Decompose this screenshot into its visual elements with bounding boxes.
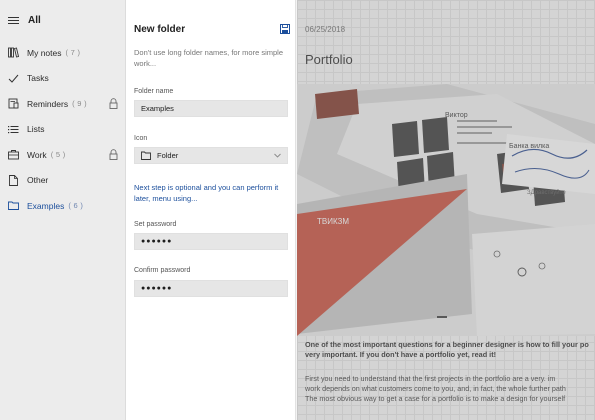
panel-hint: Don't use long folder names, for more si… xyxy=(134,48,284,68)
lock-icon xyxy=(109,149,118,160)
book-icon xyxy=(8,47,19,58)
sidebar-item-examples[interactable]: Examples ( 6 ) xyxy=(0,193,125,219)
lock-icon xyxy=(109,98,118,109)
checkmark-icon xyxy=(8,73,19,84)
note-content: 06/25/2018 Portfolio Виктор Банка вилка … xyxy=(297,0,595,420)
hamburger-menu-icon[interactable] xyxy=(8,15,19,26)
sidebar-item-label: Work xyxy=(27,149,47,160)
icon-label: Icon xyxy=(134,135,148,142)
sidebar: All My notes ( 7 ) Tasks Reminders ( 9 )… xyxy=(0,0,126,420)
sidebar-item-label: My notes xyxy=(27,47,62,58)
sidebar-item-count: ( 5 ) xyxy=(50,150,66,160)
panel-title: New folder xyxy=(134,24,186,35)
confirm-password-label: Confirm password xyxy=(134,267,191,274)
sidebar-header-all[interactable]: All xyxy=(0,0,125,40)
document-icon xyxy=(8,174,19,186)
set-password-input[interactable]: ●●●●●● xyxy=(134,233,288,250)
sidebar-item-work[interactable]: Work ( 5 ) xyxy=(0,142,125,168)
sidebar-item-label: Examples xyxy=(27,200,65,211)
sidebar-all-label: All xyxy=(28,14,41,26)
folder-name-label: Folder name xyxy=(134,88,174,95)
sidebar-item-count: ( 7 ) xyxy=(65,48,81,58)
sidebar-item-lists[interactable]: Lists xyxy=(0,117,125,143)
sidebar-item-count: ( 9 ) xyxy=(72,99,87,109)
sidebar-item-label: Other xyxy=(27,175,49,186)
modal-dim-overlay[interactable] xyxy=(297,0,595,420)
folder-name-value: Examples xyxy=(141,104,174,113)
set-password-label: Set password xyxy=(134,221,177,228)
confirm-password-input[interactable]: ●●●●●● xyxy=(134,280,288,297)
confirm-password-value: ●●●●●● xyxy=(141,285,173,292)
sidebar-item-my-notes[interactable]: My notes ( 7 ) xyxy=(0,40,125,66)
set-password-value: ●●●●●● xyxy=(141,238,173,245)
list-icon xyxy=(8,124,19,135)
folder-icon xyxy=(8,200,19,211)
icon-select[interactable]: Folder xyxy=(134,147,288,164)
optional-step-link[interactable]: Next step is optional and you can perfor… xyxy=(134,182,292,204)
sidebar-item-tasks[interactable]: Tasks xyxy=(0,66,125,92)
folder-name-input[interactable]: Examples xyxy=(134,100,288,117)
sidebar-item-label: Reminders xyxy=(27,98,69,109)
sidebar-item-reminders[interactable]: Reminders ( 9 ) xyxy=(0,91,125,117)
icon-select-value: Folder xyxy=(157,151,179,160)
briefcase-icon xyxy=(8,149,19,160)
folder-icon xyxy=(141,151,151,160)
sidebar-item-other[interactable]: Other xyxy=(0,168,125,194)
save-icon[interactable] xyxy=(280,24,290,34)
chevron-down-icon xyxy=(274,153,281,158)
sidebar-item-label: Tasks xyxy=(27,73,49,84)
reminder-icon xyxy=(8,98,19,109)
sidebar-item-label: Lists xyxy=(27,124,45,135)
sidebar-item-count: ( 6 ) xyxy=(68,201,84,211)
new-folder-panel: New folder Don't use long folder names, … xyxy=(126,0,296,420)
